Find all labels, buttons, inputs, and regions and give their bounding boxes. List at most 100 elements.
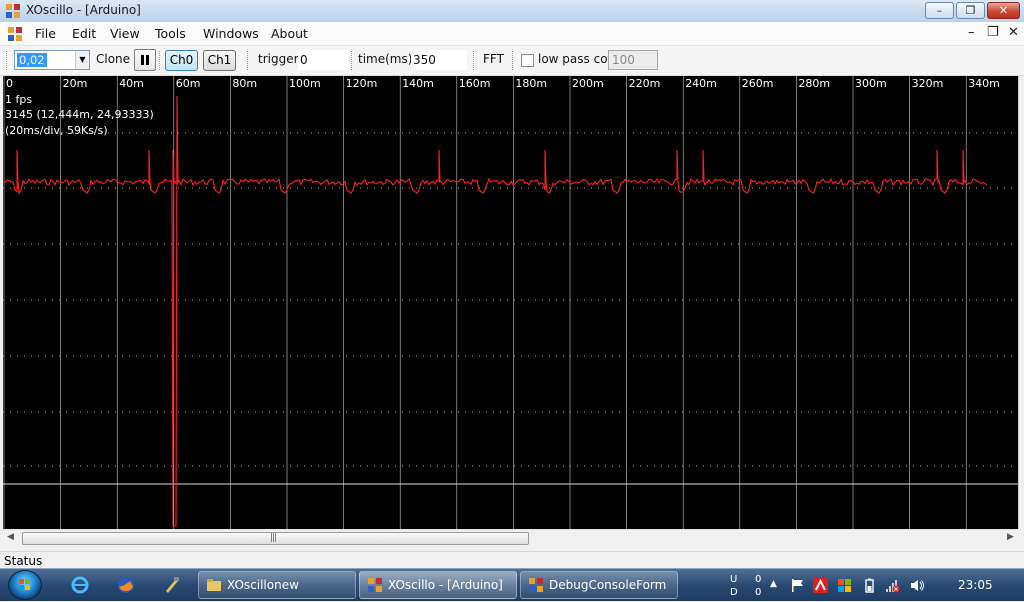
battery-icon[interactable] — [862, 578, 877, 593]
task-debugconsoleform[interactable]: DebugConsoleForm — [520, 571, 678, 599]
close-icon: ✕ — [998, 4, 1009, 17]
grip-icon: ||| — [270, 533, 277, 543]
time-tick-label: 200m — [572, 77, 604, 90]
app-icon — [368, 578, 382, 592]
time-tick-label: 160m — [459, 77, 491, 90]
title-bar[interactable]: XOscillo - [Arduino] – ❐ ✕ — [0, 0, 1024, 23]
status-text: Status — [4, 554, 43, 568]
time-tick-label: 220m — [629, 77, 661, 90]
toolbar-separator — [512, 51, 513, 70]
folder-icon — [207, 579, 221, 591]
time-tick-label: 80m — [232, 77, 257, 90]
net-down-label: D — [730, 587, 738, 598]
action-center-flag-icon[interactable] — [790, 578, 805, 593]
quicklaunch-firefox-icon[interactable] — [116, 575, 136, 595]
task-label: XOscillonew — [227, 578, 299, 592]
window-minimize-button[interactable]: – — [925, 2, 954, 19]
time-tick-label: 140m — [402, 77, 434, 90]
toolbar-separator — [247, 51, 248, 70]
time-tick-label: 260m — [742, 77, 774, 90]
menu-bar: File Edit View Tools Windows About – ❐ ✕ — [0, 22, 1024, 46]
menu-windows[interactable]: Windows — [203, 26, 259, 41]
trigger-input[interactable]: 0 — [298, 50, 348, 70]
toolbar: 0,02 ▼ Clone Ch0 Ch1 trigger 0 time(ms) … — [0, 46, 1024, 76]
toolbar-separator — [473, 51, 474, 70]
time-tick-label: 300m — [855, 77, 887, 90]
cursor-readout: 3145 (12,444m, 24,93333) — [5, 108, 154, 121]
channel-1-button[interactable]: Ch1 — [203, 50, 236, 71]
task-label: XOscillo - [Arduino] — [388, 578, 503, 592]
timebase-readout: (20ms/div, 59Ks/s) — [5, 124, 108, 137]
app-icon — [529, 578, 543, 592]
status-bar: Status — [0, 551, 1024, 569]
window-maximize-button[interactable]: ❐ — [956, 2, 985, 19]
volts-per-div-value: 0,02 — [17, 53, 47, 67]
time-tick-label: 240m — [685, 77, 717, 90]
time-tick-label: 0 — [6, 77, 13, 90]
channel-0-button[interactable]: Ch0 — [165, 50, 198, 71]
menu-view[interactable]: View — [110, 26, 140, 41]
show-hidden-icons[interactable]: ▲ — [770, 579, 777, 590]
time-tick-label: 320m — [912, 77, 944, 90]
scroll-right-icon[interactable]: ▶ — [1007, 532, 1014, 542]
network-disconnected-icon[interactable] — [885, 578, 900, 593]
antivirus-icon[interactable] — [813, 578, 828, 593]
menu-tools[interactable]: Tools — [155, 26, 186, 41]
quicklaunch-tool-icon[interactable] — [162, 575, 182, 595]
start-button[interactable] — [8, 570, 42, 600]
time-tick-label: 180m — [515, 77, 547, 90]
toolbar-separator — [351, 51, 352, 70]
volume-icon[interactable] — [910, 578, 925, 593]
time-tick-label: 340m — [968, 77, 1000, 90]
task-label: DebugConsoleForm — [549, 578, 667, 592]
window-title: XOscillo - [Arduino] — [26, 3, 141, 17]
net-down-value: 0 — [755, 587, 762, 598]
time-tick-label: 40m — [119, 77, 144, 90]
horizontal-scrollbar[interactable]: ◀ ||| ▶ — [3, 529, 1018, 547]
menu-about[interactable]: About — [271, 26, 308, 41]
quicklaunch-ie-icon[interactable] — [70, 575, 90, 595]
low-pass-label: low pass cof — [538, 52, 612, 66]
task-xoscillonew[interactable]: XOscillonew — [198, 571, 356, 599]
time-tick-label: 280m — [798, 77, 830, 90]
trigger-label: trigger — [258, 52, 299, 66]
mdi-restore-icon[interactable]: ❐ — [987, 25, 999, 40]
volts-per-div-select[interactable]: 0,02 ▼ — [14, 50, 90, 70]
window-close-button[interactable]: ✕ — [987, 2, 1020, 19]
scrollbar-thumb[interactable]: ||| — [22, 532, 529, 545]
time-tick-label: 60m — [176, 77, 201, 90]
menu-file[interactable]: File — [35, 26, 56, 41]
app-icon — [6, 4, 20, 18]
mdi-child-icon[interactable] — [8, 27, 22, 41]
time-label: time(ms) — [358, 52, 413, 66]
time-tick-label: 100m — [289, 77, 321, 90]
menu-edit[interactable]: Edit — [72, 26, 96, 41]
taskbar-clock[interactable]: 23:05 — [958, 578, 993, 592]
toolbar-grip — [6, 51, 7, 70]
clone-label[interactable]: Clone — [96, 52, 130, 66]
mdi-close-icon[interactable]: ✕ — [1008, 25, 1019, 40]
channel-0-trace — [3, 95, 988, 527]
time-input[interactable]: 350 — [411, 50, 467, 70]
pause-button[interactable] — [134, 49, 156, 71]
scroll-left-icon[interactable]: ◀ — [7, 532, 14, 542]
vertical-scrollbar[interactable] — [1018, 76, 1024, 529]
low-pass-coefficient-input[interactable]: 100 — [608, 50, 658, 70]
maximize-icon: ❐ — [965, 4, 976, 17]
oscilloscope-display[interactable]: 0 20m 40m 60m 80m 100m 120m 140m 160m 180m 200m 220… — [3, 76, 1018, 529]
fft-button[interactable]: FFT — [483, 52, 504, 66]
scope-plot: 0 20m 40m 60m 80m 100m 120m 140m 160m 180m 200m 220… — [3, 76, 1018, 529]
chevron-down-icon[interactable]: ▼ — [75, 51, 89, 69]
minimize-icon: – — [936, 4, 943, 17]
net-up-label: U — [730, 574, 738, 585]
mdi-minimize-icon[interactable]: – — [968, 25, 975, 40]
time-tick-label: 120m — [346, 77, 378, 90]
low-pass-checkbox[interactable] — [521, 54, 534, 67]
toolbar-separator — [159, 51, 160, 70]
windows-logo-icon — [19, 579, 30, 590]
time-tick-label: 20m — [63, 77, 88, 90]
windows-update-icon[interactable] — [837, 578, 852, 593]
task-xoscillo-arduino[interactable]: XOscillo - [Arduino] — [359, 571, 517, 599]
taskbar: XOscillonew XOscillo - [Arduino] DebugCo… — [0, 568, 1024, 601]
net-up-value: 0 — [755, 574, 762, 585]
